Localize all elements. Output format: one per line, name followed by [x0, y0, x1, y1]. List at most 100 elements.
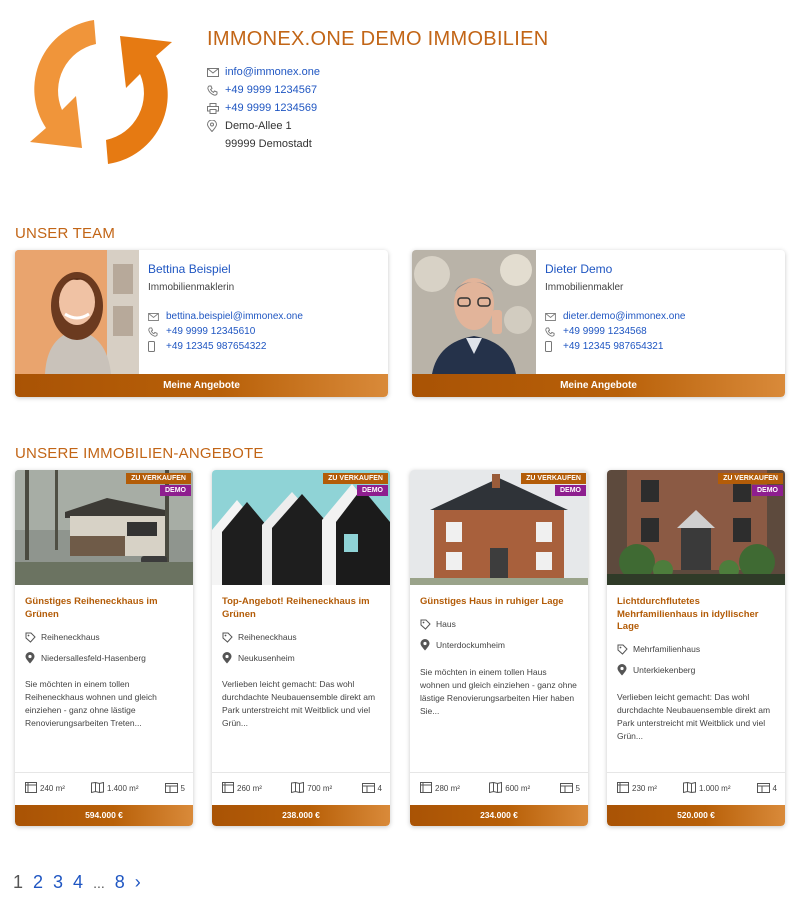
company-name: IMMONEX.ONE DEMO IMMOBILIEN — [207, 28, 549, 50]
envelope-icon — [148, 312, 166, 321]
company-address-line1: Demo-Allee 1 — [225, 120, 292, 132]
company-address-line2: 99999 Demostadt — [225, 138, 312, 150]
property-title[interactable]: Günstiges Reiheneckhaus im Grünen — [25, 596, 183, 621]
rooms: 5 — [164, 782, 185, 795]
demo-badge: DEMO — [752, 485, 783, 496]
envelope-icon — [207, 67, 225, 77]
living-area-value: 280 m² — [435, 784, 460, 793]
property-type: Reiheneckhaus — [222, 630, 382, 644]
property-description: Sie möchten in einem tollen Haus wohnen … — [420, 667, 577, 716]
property-stats: 280 m² 600 m² 5 — [420, 781, 580, 795]
property-location: Neukusenheim — [222, 651, 382, 665]
rooms: 4 — [361, 782, 382, 795]
demo-badge: DEMO — [160, 485, 191, 496]
mobile-phone-icon — [148, 341, 166, 352]
plot-area-icon — [291, 781, 305, 795]
property-description: Verlieben leicht gemacht: Das wohl durch… — [617, 692, 771, 741]
for-sale-badge: ZU VERKAUFEN — [718, 473, 783, 484]
rooms-value: 5 — [575, 784, 580, 793]
plot-area-value: 1.000 m² — [698, 784, 731, 793]
my-offers-button[interactable]: Meine Angebote — [15, 374, 388, 397]
property-type-label: Mehrfamilienhaus — [633, 644, 701, 654]
page-link-last[interactable]: 8 — [115, 872, 125, 893]
property-location: Unterdockumheim — [420, 638, 580, 652]
property-card[interactable]: ZU VERKAUFEN DEMO Top-Angebot! Reiheneck… — [212, 470, 390, 826]
property-type: Reiheneckhaus — [25, 630, 185, 644]
property-location: Niedersallesfeld-Hasenberg — [25, 651, 185, 665]
property-type-label: Reiheneckhaus — [238, 632, 297, 642]
phone-icon — [545, 326, 563, 337]
team-email-row: bettina.beispiel@immonex.one — [148, 309, 303, 324]
map-pin-icon — [25, 652, 41, 664]
team-member-name[interactable]: Dieter Demo — [545, 262, 685, 276]
for-sale-badge: ZU VERKAUFEN — [323, 473, 388, 484]
next-page-icon[interactable]: › — [135, 872, 141, 893]
page-link-3[interactable]: 3 — [53, 872, 63, 893]
living-area-icon — [617, 782, 629, 795]
divider — [212, 772, 390, 773]
rooms-icon — [756, 782, 770, 795]
team-phone-link[interactable]: +49 9999 12345610 — [166, 326, 255, 337]
demo-badge: DEMO — [357, 485, 388, 496]
property-description: Verlieben leicht gemacht: Das wohl durch… — [222, 679, 376, 728]
price-bar[interactable]: 594.000 € — [15, 805, 193, 826]
price-bar[interactable]: 234.000 € — [410, 805, 588, 826]
team-member-info: Bettina Beispiel Immobilienmaklerin bett… — [148, 262, 303, 354]
team-member-name[interactable]: Bettina Beispiel — [148, 262, 303, 276]
living-area: 260 m² — [222, 782, 262, 795]
property-title[interactable]: Günstiges Haus in ruhiger Lage — [420, 596, 578, 609]
team-phone-row: +49 9999 1234568 — [545, 324, 685, 339]
team-mobile-link[interactable]: +49 12345 987654321 — [563, 341, 663, 352]
property-title[interactable]: Lichtdurchflutetes Mehrfamilienhaus in i… — [617, 596, 775, 634]
team-phone-link[interactable]: +49 9999 1234568 — [563, 326, 647, 337]
tag-icon — [420, 619, 436, 630]
team-member-photo — [15, 250, 139, 374]
tag-icon — [222, 632, 238, 643]
living-area-value: 240 m² — [40, 784, 65, 793]
tag-icon — [617, 644, 633, 655]
plot-area-value: 600 m² — [505, 784, 531, 793]
property-card[interactable]: ZU VERKAUFEN DEMO Günstiges Reiheneckhau… — [15, 470, 193, 826]
divider — [15, 772, 193, 773]
for-sale-badge: ZU VERKAUFEN — [521, 473, 586, 484]
property-card[interactable]: ZU VERKAUFEN DEMO Lichtdurchflutetes Meh… — [607, 470, 785, 826]
property-stats: 230 m² 1.000 m² 4 — [617, 781, 777, 795]
plot-area: 1.000 m² — [682, 781, 731, 795]
price-bar[interactable]: 520.000 € — [607, 805, 785, 826]
property-title[interactable]: Top-Angebot! Reiheneckhaus im Grünen — [222, 596, 380, 621]
team-member-role: Immobilienmakler — [545, 282, 624, 293]
team-phone-row: +49 9999 12345610 — [148, 324, 303, 339]
team-mobile-row: +49 12345 987654322 — [148, 339, 303, 354]
living-area-icon — [420, 782, 432, 795]
rooms: 4 — [756, 782, 777, 795]
living-area: 280 m² — [420, 782, 460, 795]
team-email-row: dieter.demo@immonex.one — [545, 309, 685, 324]
page-link-4[interactable]: 4 — [73, 872, 83, 893]
living-area-value: 260 m² — [237, 784, 262, 793]
price-bar[interactable]: 238.000 € — [212, 805, 390, 826]
property-card[interactable]: ZU VERKAUFEN DEMO Günstiges Haus in ruhi… — [410, 470, 588, 826]
company-fax-link[interactable]: +49 9999 1234569 — [225, 102, 317, 114]
property-location-label: Neukusenheim — [238, 653, 295, 663]
team-email-link[interactable]: bettina.beispiel@immonex.one — [166, 311, 303, 322]
team-email-link[interactable]: dieter.demo@immonex.one — [563, 311, 685, 322]
plot-area-icon — [489, 781, 503, 795]
page-link-2[interactable]: 2 — [33, 872, 43, 893]
plot-area-value: 1.400 m² — [106, 784, 139, 793]
map-pin-icon — [207, 120, 225, 132]
rooms-value: 4 — [377, 784, 382, 793]
company-fax-row: +49 9999 1234569 — [207, 99, 548, 117]
company-phone-row: +49 9999 1234567 — [207, 81, 548, 99]
living-area-icon — [25, 782, 37, 795]
team-mobile-link[interactable]: +49 12345 987654322 — [166, 341, 266, 352]
page-current: 1 — [13, 872, 24, 892]
rooms: 5 — [559, 782, 580, 795]
plot-area: 600 m² — [489, 781, 531, 795]
my-offers-button[interactable]: Meine Angebote — [412, 374, 785, 397]
company-email-link[interactable]: info@immonex.one — [225, 66, 320, 78]
company-phone-link[interactable]: +49 9999 1234567 — [225, 84, 317, 96]
for-sale-badge: ZU VERKAUFEN — [126, 473, 191, 484]
divider — [607, 772, 785, 773]
property-location-label: Unterdockumheim — [436, 640, 505, 650]
printer-icon — [207, 102, 225, 114]
